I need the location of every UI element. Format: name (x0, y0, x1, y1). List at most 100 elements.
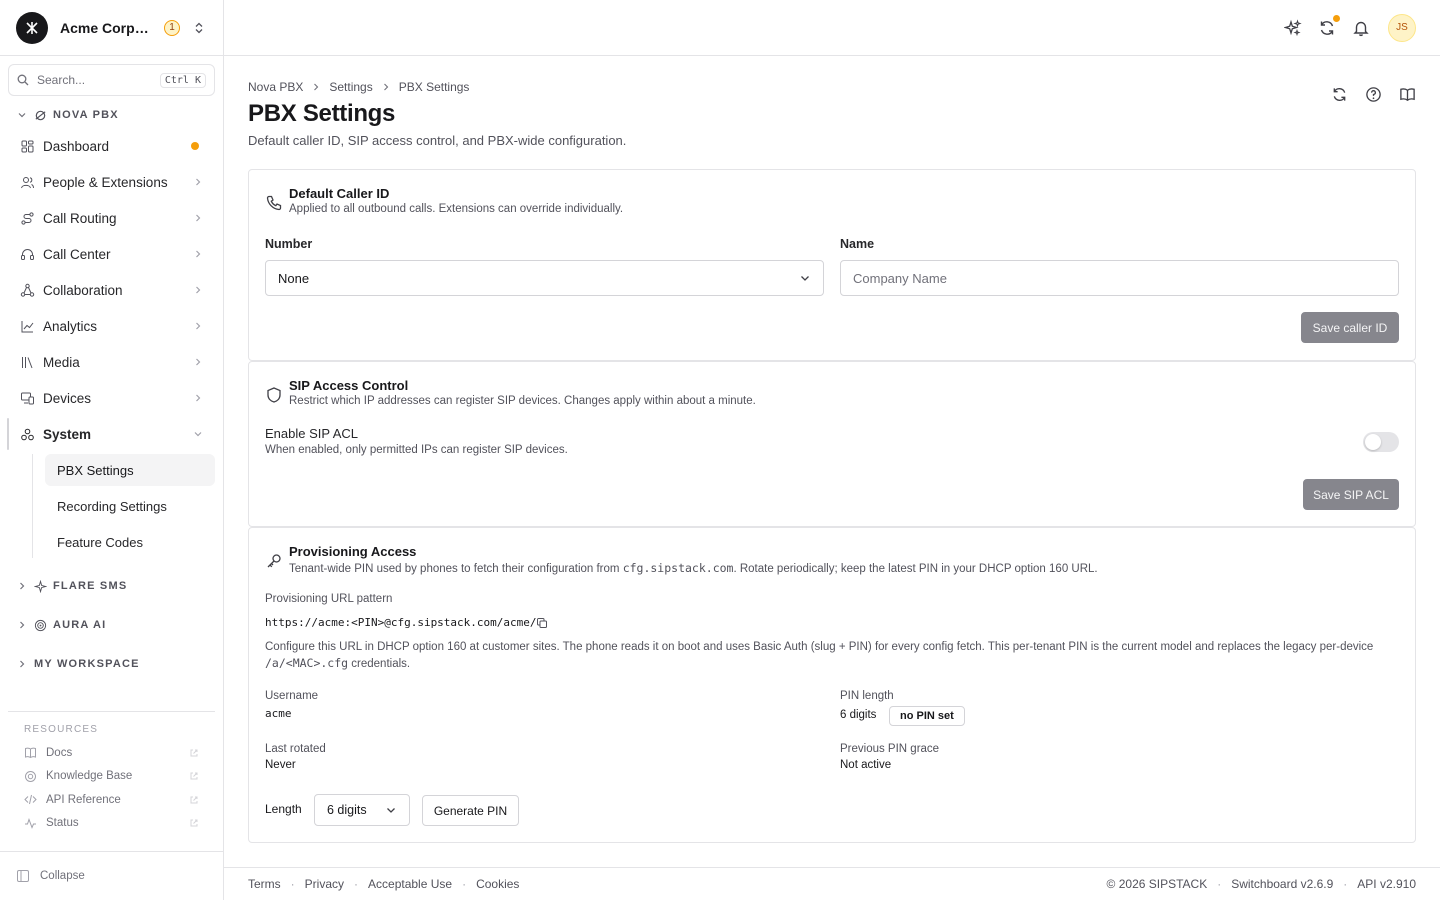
org-logo (16, 11, 48, 44)
refresh-icon[interactable] (1330, 85, 1348, 103)
page-subtitle: Default caller ID, SIP access control, a… (248, 133, 627, 148)
sip-acl-label: Enable SIP ACL (265, 426, 358, 441)
length-label: Length (265, 802, 302, 816)
external-link-icon (189, 795, 199, 805)
org-switcher[interactable]: Acme Corporation 1 (0, 0, 223, 56)
section-label: MY WORKSPACE (34, 658, 140, 670)
username-value: acme (265, 707, 292, 720)
collapse-sidebar-button[interactable]: Collapse (0, 851, 223, 900)
chevron-right-icon (382, 83, 390, 91)
chevron-right-icon (193, 177, 203, 187)
separator: · (1217, 877, 1222, 891)
help-text: Configure this URL in DHCP option 160 at… (265, 641, 1374, 653)
page-actions (1314, 85, 1416, 103)
sidebar-item-dashboard[interactable]: Dashboard (8, 130, 215, 162)
sidebar-item-system[interactable]: System (7, 418, 215, 450)
chevron-right-icon (193, 321, 203, 331)
footer-meta: © 2026 SIPSTACK · Switchboard v2.6.9 · A… (1107, 877, 1416, 891)
section-label: AURA AI (53, 619, 107, 631)
avatar[interactable]: JS (1388, 13, 1416, 42)
system-subnav: PBX Settings Recording Settings Feature … (32, 454, 215, 558)
card-description: Restrict which IP addresses can register… (289, 395, 756, 407)
resource-api-reference[interactable]: API Reference (8, 788, 215, 812)
section-my-workspace[interactable]: MY WORKSPACE (0, 653, 223, 675)
url-help-text: Configure this URL in DHCP option 160 at… (265, 639, 1401, 672)
breadcrumb-item[interactable]: Nova PBX (248, 80, 303, 94)
card-title: Default Caller ID (289, 186, 390, 201)
toggle-knob (1365, 434, 1381, 450)
sidebar-item-label: Media (43, 354, 80, 370)
separator: · (462, 877, 467, 891)
notification-dot (1333, 14, 1340, 22)
card-provisioning-access: Provisioning Access Tenant-wide PIN used… (248, 527, 1416, 843)
save-sip-acl-button[interactable]: Save SIP ACL (1303, 479, 1399, 510)
card-sip-access-control: SIP Access Control Restrict which IP add… (248, 361, 1416, 527)
desc-host: cfg.sipstack.com (622, 561, 734, 575)
chevron-down-icon (18, 113, 26, 118)
sidebar-subitem-feature-codes[interactable]: Feature Codes (45, 526, 215, 558)
sidebar-subitem-pbx-settings[interactable]: PBX Settings (45, 454, 215, 486)
footer-link-cookies[interactable]: Cookies (476, 877, 519, 891)
sidebar-subitem-recording-settings[interactable]: Recording Settings (45, 490, 215, 522)
resource-label: Status (46, 817, 79, 830)
section-nova-pbx[interactable]: NOVA PBX (0, 104, 223, 126)
section-label: NOVA PBX (53, 109, 119, 121)
sidebar-item-label: People & Extensions (43, 174, 168, 190)
desc-text: . Rotate periodically; keep the latest P… (733, 563, 1098, 575)
resource-knowledge-base[interactable]: Knowledge Base (8, 765, 215, 789)
sparkles-icon[interactable] (1284, 18, 1302, 37)
number-select-value: None (278, 270, 310, 286)
status-dot (191, 142, 199, 150)
number-select[interactable]: None (265, 260, 824, 296)
sidebar-item-call-center[interactable]: Call Center (8, 238, 215, 270)
sidebar: Acme Corporation 1 Search... Ctrl K NOVA… (0, 0, 224, 900)
top-bar: JS (224, 0, 1440, 56)
card-header: SIP Access Control Restrict which IP add… (265, 378, 756, 407)
aura-icon (34, 619, 47, 631)
sidebar-item-media[interactable]: Media (8, 346, 215, 378)
resource-docs[interactable]: Docs (8, 741, 215, 765)
bell-icon[interactable] (1352, 19, 1370, 37)
book-open-icon[interactable] (1398, 85, 1416, 103)
resource-label: API Reference (46, 793, 121, 806)
external-link-icon (189, 748, 199, 758)
chevron-right-icon (312, 83, 320, 91)
sip-acl-toggle[interactable] (1363, 432, 1399, 452)
external-link-icon (189, 771, 199, 781)
chevron-down-icon (799, 272, 811, 284)
sidebar-item-people[interactable]: People & Extensions (8, 166, 215, 198)
copy-icon[interactable] (536, 617, 548, 629)
section-aura-ai[interactable]: AURA AI (0, 614, 223, 636)
chevron-right-icon (193, 357, 203, 367)
save-caller-id-button[interactable]: Save caller ID (1301, 312, 1399, 343)
footer-link-acceptable-use[interactable]: Acceptable Use (368, 877, 452, 891)
sync-icon[interactable] (1318, 14, 1340, 37)
routing-icon (20, 211, 35, 226)
search-shortcut: Ctrl K (159, 72, 206, 88)
resource-status[interactable]: Status (8, 812, 215, 836)
footer-link-terms[interactable]: Terms (248, 877, 281, 891)
desc-text: Tenant-wide PIN used by phones to fetch … (289, 563, 623, 575)
collaboration-icon (20, 283, 35, 298)
activity-icon (24, 817, 37, 830)
name-field[interactable]: Company Name (840, 260, 1399, 296)
card-header: Default Caller ID Applied to all outboun… (265, 186, 623, 215)
sidebar-item-collaboration[interactable]: Collaboration (8, 274, 215, 306)
generate-pin-button[interactable]: Generate PIN (422, 795, 519, 826)
sparkle-icon (34, 579, 47, 593)
breadcrumb-item[interactable]: Settings (329, 80, 372, 94)
sidebar-item-devices[interactable]: Devices (8, 382, 215, 414)
grace-value: Not active (840, 759, 892, 771)
chevrons-up-down-icon[interactable] (191, 20, 207, 36)
length-select[interactable]: 6 digits (314, 794, 410, 826)
card-header: Provisioning Access Tenant-wide PIN used… (265, 544, 1098, 575)
footer-link-privacy[interactable]: Privacy (305, 877, 344, 891)
breadcrumb-item-current: PBX Settings (398, 80, 470, 94)
section-flare-sms[interactable]: FLARE SMS (0, 575, 223, 597)
card-title: Provisioning Access (289, 544, 417, 559)
sidebar-item-analytics[interactable]: Analytics (8, 310, 215, 342)
search-input[interactable]: Search... Ctrl K (8, 64, 215, 96)
sidebar-item-call-routing[interactable]: Call Routing (8, 202, 215, 234)
help-icon[interactable] (1364, 85, 1382, 103)
phone-icon (265, 194, 283, 212)
